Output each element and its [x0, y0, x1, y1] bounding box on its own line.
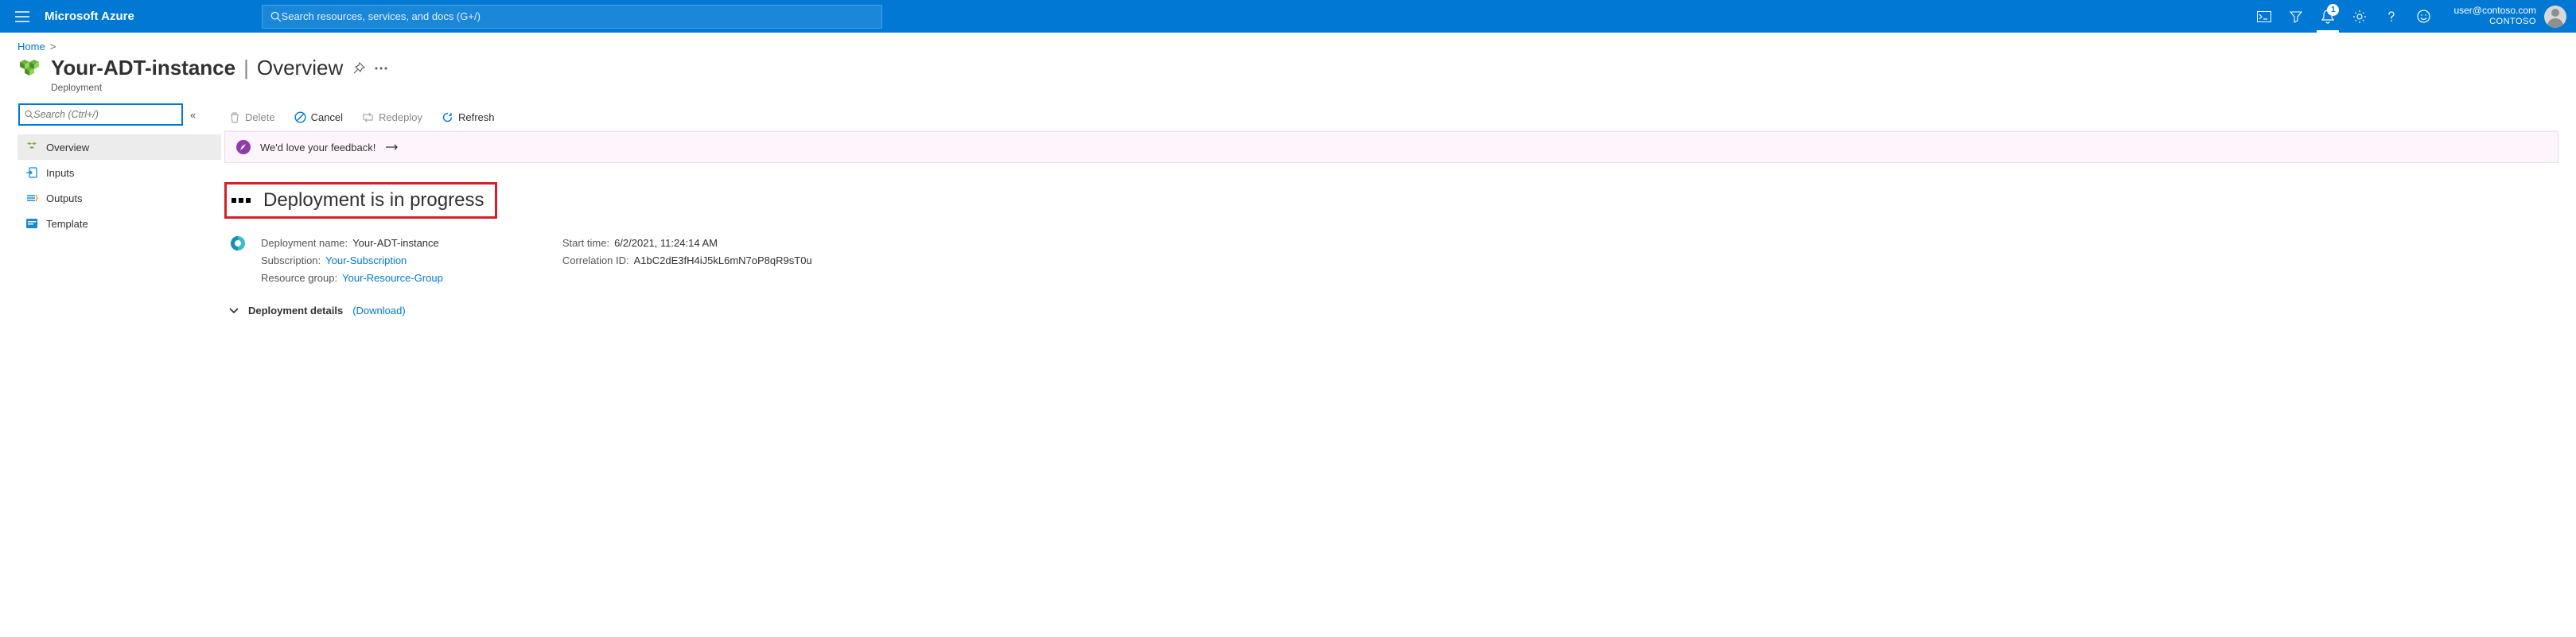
- subscription-link[interactable]: Your-Subscription: [325, 254, 407, 266]
- cloud-shell-icon: [2257, 11, 2271, 22]
- sidebar-search[interactable]: [19, 104, 182, 125]
- trash-icon: [229, 111, 240, 123]
- brand-label: Microsoft Azure: [45, 10, 134, 23]
- global-search-input[interactable]: [282, 10, 874, 22]
- search-icon: [270, 11, 282, 22]
- sidebar-item-outputs[interactable]: Outputs: [18, 185, 221, 211]
- refresh-icon: [442, 111, 453, 123]
- feedback-text: We'd love your feedback!: [260, 142, 376, 153]
- menu-toggle-button[interactable]: [6, 1, 38, 33]
- delete-button[interactable]: Delete: [229, 111, 275, 123]
- directory-filter-button[interactable]: [2280, 1, 2312, 33]
- pin-icon: [352, 62, 365, 75]
- digital-twins-icon: [229, 235, 247, 252]
- notifications-badge: 1: [2327, 4, 2339, 16]
- breadcrumb-home[interactable]: Home: [18, 41, 45, 52]
- topbar-icons: 1 user@contoso.com CONTOSO: [2248, 1, 2570, 33]
- resource-type-icon: [18, 56, 41, 80]
- smile-icon: [2417, 10, 2430, 23]
- redeploy-icon: [362, 111, 374, 123]
- topbar: Microsoft Azure 1: [0, 0, 2576, 33]
- inputs-icon: [25, 166, 38, 179]
- sidebar-item-label: Overview: [46, 142, 89, 153]
- account-directory: CONTOSO: [2453, 17, 2536, 28]
- refresh-button[interactable]: Refresh: [442, 111, 495, 123]
- chevron-down-icon: [229, 308, 239, 314]
- sidebar-item-label: Inputs: [46, 167, 74, 179]
- start-time-value: 6/2/2021, 11:24:14 AM: [614, 235, 718, 252]
- sidebar-item-overview[interactable]: Overview: [18, 134, 221, 160]
- breadcrumb: Home >: [18, 41, 2558, 52]
- correlation-id-value: A1bC2dE3fH4iJ5kL6mN7oP8qR9sT0u: [634, 252, 812, 270]
- arrow-right-icon: [385, 143, 399, 151]
- more-icon: [375, 67, 387, 70]
- progress-icon: [232, 198, 251, 203]
- avatar[interactable]: [2544, 6, 2566, 28]
- sidebar-collapse-button[interactable]: «: [190, 109, 196, 121]
- pin-button[interactable]: [352, 62, 365, 75]
- global-search: [262, 5, 882, 29]
- sidebar-item-inputs[interactable]: Inputs: [18, 160, 221, 185]
- cubes-icon: [25, 141, 38, 153]
- cloud-shell-button[interactable]: [2248, 1, 2280, 33]
- title-row: Your-ADT-instance | Overview: [18, 56, 2558, 80]
- deployment-name-value: Your-ADT-instance: [352, 235, 439, 252]
- page-subtitle: Deployment: [51, 82, 2558, 93]
- deployment-status: Deployment is in progress: [224, 182, 497, 219]
- deployment-status-text: Deployment is in progress: [263, 189, 484, 212]
- search-icon: [25, 110, 33, 119]
- outputs-icon: [25, 192, 38, 204]
- sidebar-search-input[interactable]: [33, 109, 177, 120]
- sidebar-item-label: Outputs: [46, 192, 83, 204]
- filter-icon: [2290, 10, 2302, 23]
- template-icon: [25, 217, 38, 230]
- global-search-box[interactable]: [262, 5, 882, 29]
- breadcrumb-sep: >: [50, 41, 56, 52]
- help-icon: [2385, 10, 2398, 23]
- account-email: user@contoso.com: [2453, 5, 2536, 17]
- settings-button[interactable]: [2344, 1, 2376, 33]
- sidebar: « Overview Inputs Outputs: [18, 104, 224, 317]
- hamburger-icon: [15, 11, 29, 22]
- page-section: Overview: [257, 56, 343, 80]
- download-link[interactable]: (Download): [352, 305, 405, 317]
- feedback-button[interactable]: [2407, 1, 2439, 33]
- cancel-button[interactable]: Cancel: [294, 111, 343, 123]
- account-block[interactable]: user@contoso.com CONTOSO: [2439, 5, 2541, 28]
- feedback-rocket-icon: [236, 140, 251, 154]
- notifications-button[interactable]: 1: [2312, 1, 2344, 33]
- redeploy-button[interactable]: Redeploy: [362, 111, 422, 123]
- page-title: Your-ADT-instance: [51, 56, 235, 80]
- deployment-details: Deployment name:Your-ADT-instance Subscr…: [224, 235, 2558, 287]
- main-panel: Delete Cancel Redeploy Refresh: [224, 104, 2558, 317]
- help-button[interactable]: [2376, 1, 2407, 33]
- feedback-bar[interactable]: We'd love your feedback!: [224, 131, 2558, 163]
- toolbar: Delete Cancel Redeploy Refresh: [224, 104, 2558, 131]
- more-button[interactable]: [375, 67, 387, 70]
- sidebar-item-template[interactable]: Template: [18, 211, 221, 236]
- cancel-icon: [294, 111, 306, 123]
- sidebar-item-label: Template: [46, 218, 88, 230]
- resource-group-link[interactable]: Your-Resource-Group: [342, 272, 443, 284]
- gear-icon: [2352, 10, 2367, 24]
- deployment-details-toggle[interactable]: Deployment details (Download): [224, 305, 2558, 317]
- page-body: Home >: [0, 33, 2576, 317]
